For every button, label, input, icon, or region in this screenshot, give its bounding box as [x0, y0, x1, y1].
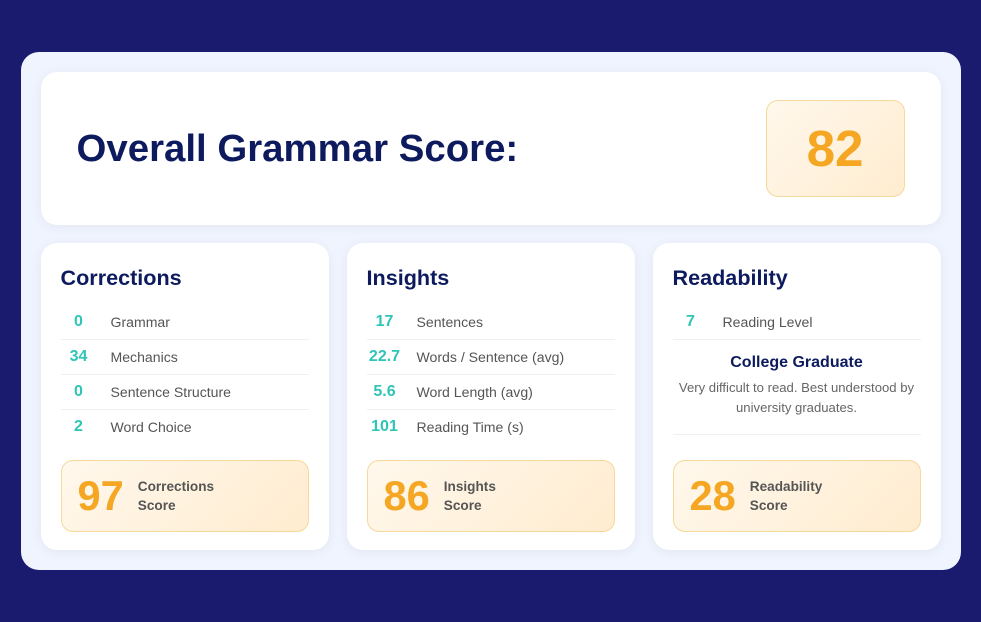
corrections-score-badge: 97 Corrections Score	[61, 460, 309, 532]
readability-title: Readability	[673, 265, 921, 291]
readability-badge-number: 28	[690, 475, 736, 517]
main-container: Overall Grammar Score: 82 Corrections 0 …	[21, 52, 961, 570]
insights-reading-time-row: 101 Reading Time (s)	[367, 410, 615, 444]
overall-title: Overall Grammar Score:	[77, 127, 519, 171]
corrections-sentence-row: 0 Sentence Structure	[61, 375, 309, 410]
insights-sentences-row: 17 Sentences	[367, 305, 615, 340]
corrections-badge-label: Corrections Score	[138, 477, 214, 515]
readability-metrics: 7 Reading Level College Graduate Very di…	[673, 305, 921, 444]
corrections-wordchoice-value: 2	[61, 418, 97, 436]
corrections-sentence-label: Sentence Structure	[111, 384, 232, 400]
insights-sentences-value: 17	[367, 313, 403, 331]
readability-badge-label: Readability Score	[750, 477, 823, 515]
readability-grade-row: College Graduate Very difficult to read.…	[673, 340, 921, 434]
overall-card: Overall Grammar Score: 82	[41, 72, 941, 225]
insights-words-per-sentence-value: 22.7	[367, 348, 403, 366]
corrections-grammar-label: Grammar	[111, 314, 170, 330]
insights-word-length-row: 5.6 Word Length (avg)	[367, 375, 615, 410]
insights-reading-time-value: 101	[367, 418, 403, 436]
readability-level-row: 7 Reading Level	[673, 305, 921, 340]
corrections-card: Corrections 0 Grammar 34 Mechanics 0 Sen…	[41, 243, 329, 550]
overall-score-box: 82	[766, 100, 905, 197]
corrections-wordchoice-row: 2 Word Choice	[61, 410, 309, 444]
readability-card: Readability 7 Reading Level College Grad…	[653, 243, 941, 550]
corrections-grammar-value: 0	[61, 313, 97, 331]
college-graduate-label: College Graduate	[673, 348, 921, 374]
insights-title: Insights	[367, 265, 615, 291]
corrections-mechanics-label: Mechanics	[111, 349, 178, 365]
readability-level-value: 7	[673, 313, 709, 331]
corrections-wordchoice-label: Word Choice	[111, 419, 192, 435]
insights-badge-label: Insights Score	[444, 477, 496, 515]
readability-level-label: Reading Level	[723, 314, 813, 330]
insights-score-badge: 86 Insights Score	[367, 460, 615, 532]
corrections-grammar-row: 0 Grammar	[61, 305, 309, 340]
insights-sentences-label: Sentences	[417, 314, 484, 330]
readability-score-badge: 28 Readability Score	[673, 460, 921, 532]
corrections-metrics: 0 Grammar 34 Mechanics 0 Sentence Struct…	[61, 305, 309, 444]
corrections-title: Corrections	[61, 265, 309, 291]
corrections-mechanics-value: 34	[61, 348, 97, 366]
insights-badge-number: 86	[384, 475, 430, 517]
insights-card: Insights 17 Sentences 22.7 Words / Sente…	[347, 243, 635, 550]
columns-container: Corrections 0 Grammar 34 Mechanics 0 Sen…	[41, 243, 941, 550]
insights-metrics: 17 Sentences 22.7 Words / Sentence (avg)…	[367, 305, 615, 444]
overall-score-number: 82	[807, 120, 864, 177]
readability-description: Very difficult to read. Best understood …	[673, 374, 921, 425]
corrections-mechanics-row: 34 Mechanics	[61, 340, 309, 375]
insights-reading-time-label: Reading Time (s)	[417, 419, 524, 435]
insights-word-length-value: 5.6	[367, 383, 403, 401]
insights-words-per-sentence-row: 22.7 Words / Sentence (avg)	[367, 340, 615, 375]
corrections-badge-number: 97	[78, 475, 124, 517]
insights-word-length-label: Word Length (avg)	[417, 384, 533, 400]
corrections-sentence-value: 0	[61, 383, 97, 401]
insights-words-per-sentence-label: Words / Sentence (avg)	[417, 349, 565, 365]
